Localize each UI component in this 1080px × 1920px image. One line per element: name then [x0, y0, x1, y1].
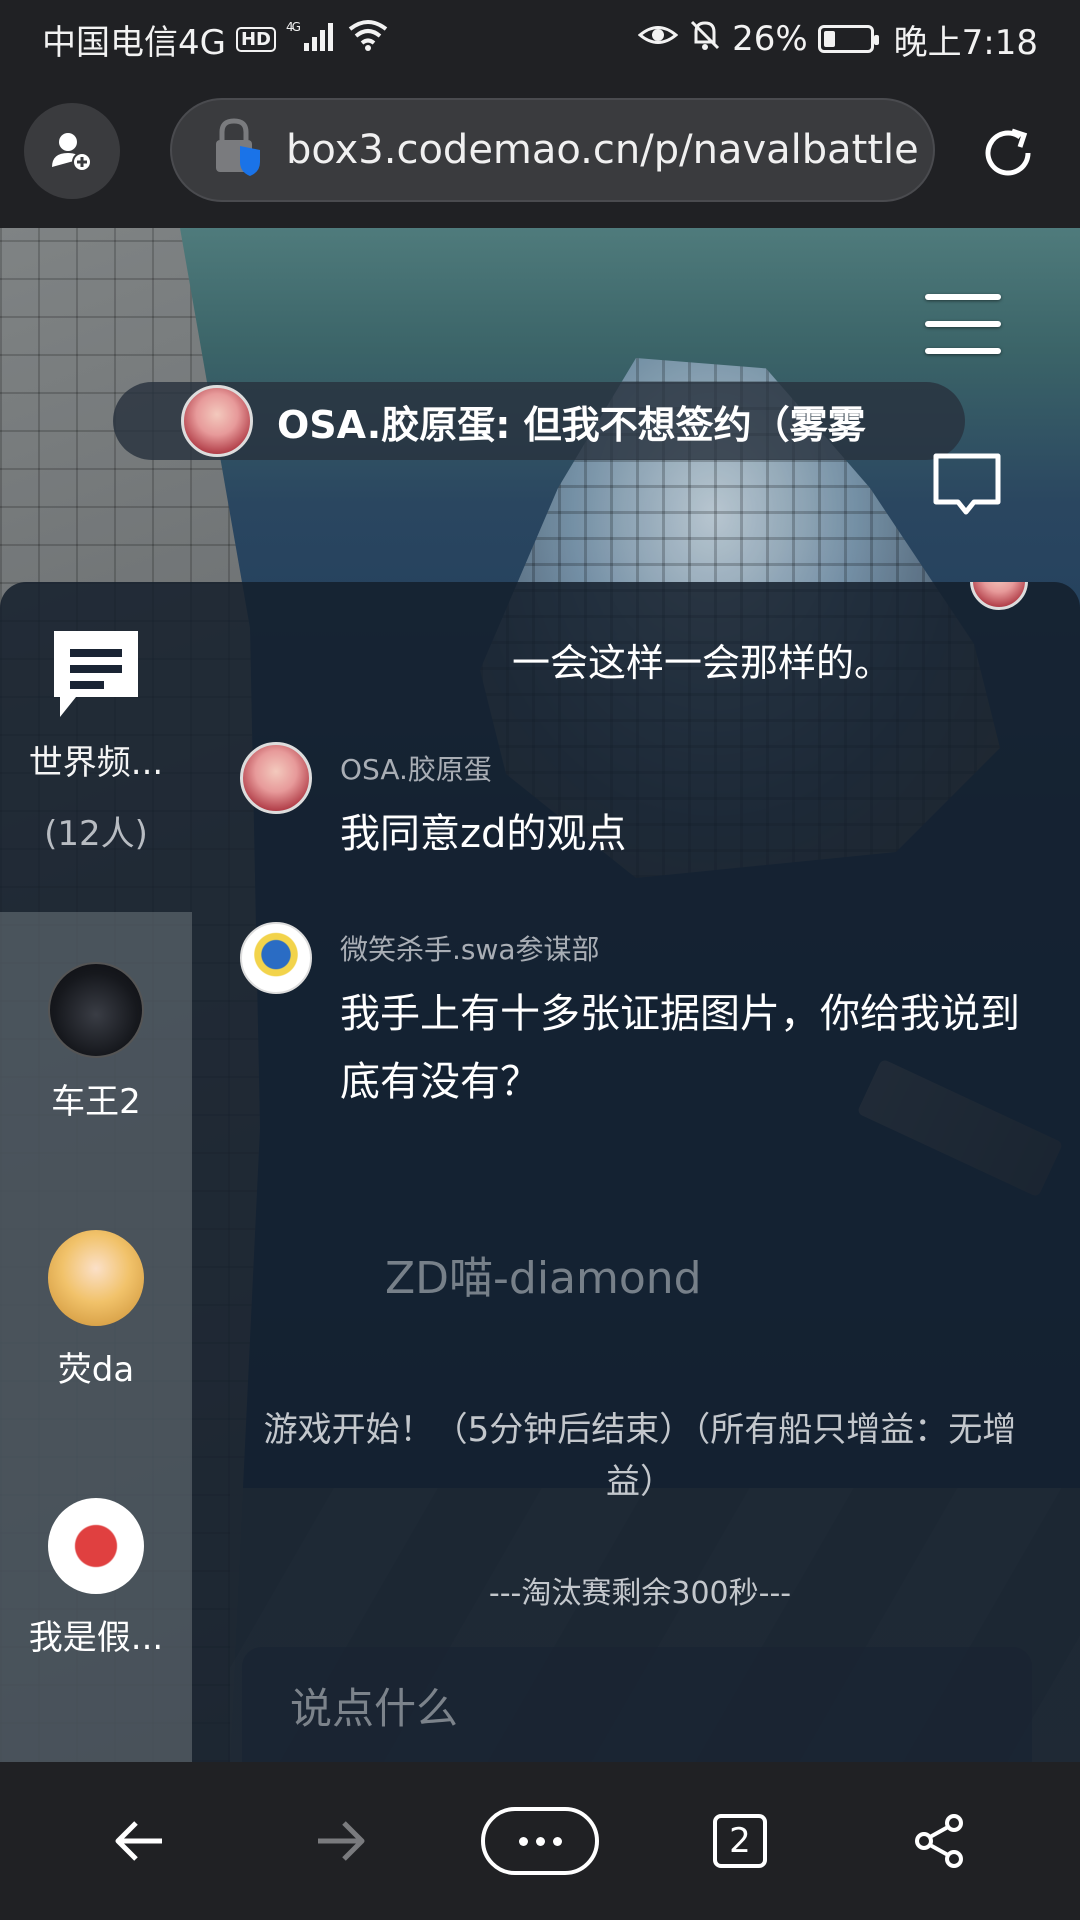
tab-count: 2 — [713, 1814, 767, 1868]
forward-button[interactable] — [280, 1796, 400, 1886]
chat-ticker[interactable]: OSA.胶原蛋: 但我不想签约（雾雾 — [113, 382, 965, 460]
browser-address-bar: box3.codemao.cn/p/navalbattle — [0, 78, 1080, 228]
channel-column: 世界频... (12人) 车王2 荧da 我是假... — [0, 582, 192, 1762]
message-text: 我同意zd的观点 — [340, 811, 627, 857]
secure-lock-icon[interactable] — [212, 118, 264, 182]
system-message: 游戏开始！（5分钟后结束）（所有船只增益：无增益） — [263, 1410, 1017, 1502]
user-name: 荧da — [57, 1350, 135, 1390]
more-menu-button[interactable] — [480, 1796, 600, 1886]
message-username[interactable]: 微笑杀手.swa参谋部 — [340, 928, 600, 968]
chat-toggle-button[interactable] — [930, 450, 1004, 524]
message-text: 我手上有十多张证据图片，你给我说到底有没有？ — [340, 991, 1020, 1105]
user-name: 车王2 — [51, 1082, 141, 1122]
game-menu-icon[interactable] — [925, 294, 1001, 354]
chat-panel: 世界频... (12人) 车王2 荧da 我是假... 一会这样一会那样的。 O… — [0, 582, 1080, 1762]
game-viewport[interactable]: OSA.胶原蛋: 但我不想签约（雾雾 世界频... (12人) 车王2 荧da — [0, 228, 1080, 1762]
back-button[interactable] — [80, 1796, 200, 1886]
channel-member-count: (12人) — [44, 814, 148, 854]
hd-badge: HD — [235, 26, 276, 52]
browser-bottom-nav: 2 — [0, 1762, 1080, 1920]
eye-comfort-icon — [637, 19, 679, 59]
avatar — [970, 582, 1028, 610]
chat-input-placeholder: 说点什么 — [290, 1684, 459, 1733]
add-profile-button[interactable] — [24, 103, 120, 199]
share-button[interactable] — [880, 1796, 1000, 1886]
arrow-left-icon — [115, 1821, 162, 1861]
mute-bell-icon — [688, 18, 722, 61]
user-item[interactable]: 我是假... — [0, 1498, 192, 1659]
online-user-list: 车王2 荧da 我是假... — [0, 912, 192, 1762]
channel-name: 世界频... — [28, 743, 164, 783]
ticker-text: OSA.胶原蛋: 但我不想签约（雾雾 — [277, 402, 866, 447]
wifi-icon — [348, 19, 388, 60]
avatar — [48, 1498, 144, 1594]
clock: 晚上7:18 — [893, 22, 1038, 63]
user-item[interactable]: 车王2 — [0, 962, 192, 1123]
user-item[interactable]: 荧da — [0, 1230, 192, 1391]
carrier-label: 中国电信4G — [42, 22, 226, 63]
channel-world[interactable]: 世界频... (12人) — [0, 582, 192, 912]
battery-percent: 26% — [732, 19, 808, 59]
url-text[interactable]: box3.codemao.cn/p/navalbattle — [286, 127, 919, 173]
svg-text:4G: 4G — [286, 20, 301, 34]
arrow-right-icon — [318, 1821, 365, 1861]
reload-icon — [985, 128, 1031, 176]
more-icon — [481, 1807, 599, 1875]
battery-icon — [817, 25, 879, 53]
tabs-button[interactable]: 2 — [680, 1796, 800, 1886]
user-name: 我是假... — [28, 1618, 164, 1658]
add-user-icon — [52, 133, 92, 172]
player-nametag: ZD喵-diamond — [385, 1253, 702, 1304]
ticker-avatar — [181, 385, 253, 457]
battery-level-fill — [823, 31, 835, 47]
countdown-message: ---淘汰赛剩余300秒--- — [488, 1576, 792, 1611]
chat-bubble-icon — [933, 453, 1001, 515]
signal-icon: 4G — [286, 19, 338, 60]
message-username[interactable]: OSA.胶原蛋 — [340, 748, 492, 788]
url-bar[interactable]: box3.codemao.cn/p/navalbattle — [170, 98, 935, 202]
avatar[interactable] — [240, 742, 312, 814]
world-chat-icon — [54, 631, 138, 717]
chat-input[interactable]: 说点什么 — [242, 1647, 1032, 1762]
avatar[interactable] — [240, 922, 312, 994]
reload-button[interactable] — [975, 120, 1041, 186]
status-bar: 中国电信4G HD 4G 26% 晚上7:18 — [0, 0, 1080, 78]
share-icon — [915, 1814, 963, 1868]
avatar — [48, 962, 144, 1058]
avatar — [48, 1230, 144, 1326]
message-text: 一会这样一会那样的。 — [512, 641, 893, 685]
